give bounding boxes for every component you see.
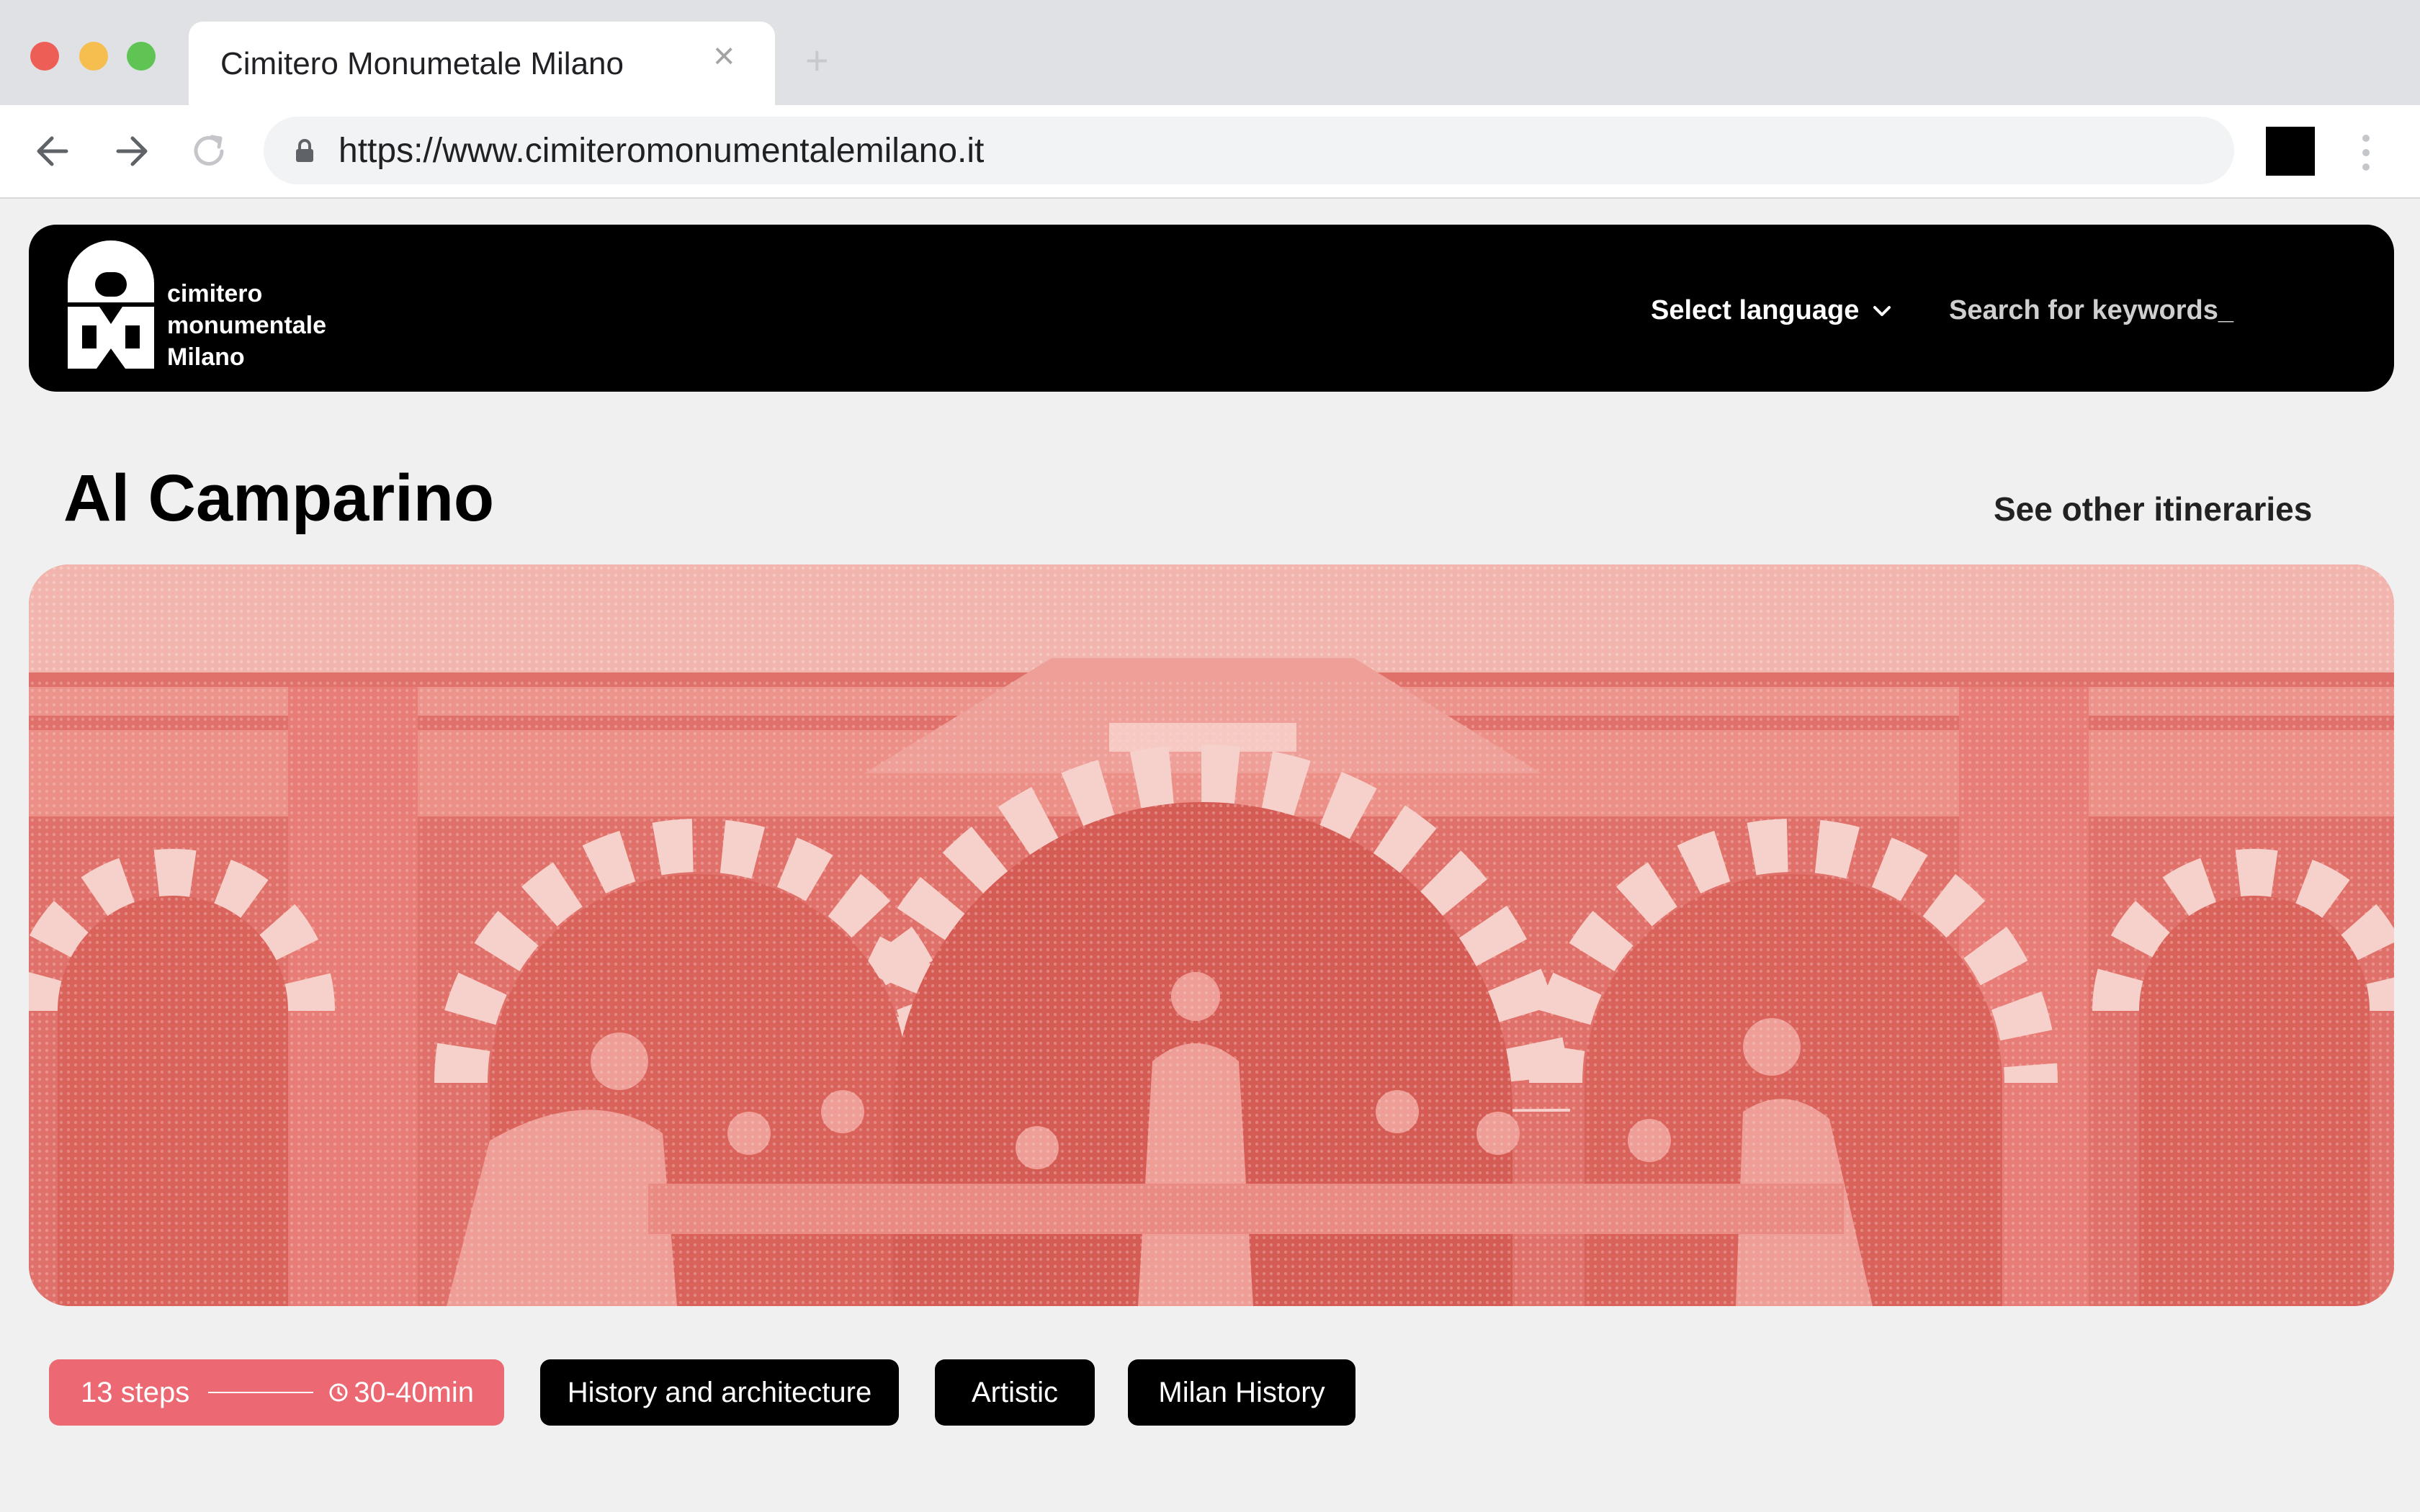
- hero-image: [29, 564, 2394, 1306]
- close-window-button[interactable]: [30, 42, 59, 71]
- tag-history-architecture[interactable]: History and architecture: [540, 1359, 899, 1426]
- tag-artistic[interactable]: Artistic: [935, 1359, 1095, 1426]
- browser-toolbar: https://www.cimiteromonumentalemilano.it: [0, 105, 2420, 199]
- address-bar[interactable]: https://www.cimiteromonumentalemilano.it: [264, 117, 2234, 184]
- logo-wordmark[interactable]: cimitero monumentale Milano: [167, 278, 326, 373]
- see-other-itineraries-link[interactable]: See other itineraries: [1994, 490, 2312, 528]
- logo-line-1: cimitero: [167, 280, 263, 307]
- steps-divider: [208, 1392, 314, 1393]
- kebab-menu-icon[interactable]: [2355, 130, 2377, 176]
- forward-arrow-icon[interactable]: [108, 128, 154, 174]
- steps-duration-badge: 13 steps 30-40min: [49, 1359, 504, 1426]
- language-select[interactable]: Select language: [1651, 295, 1892, 326]
- chevron-down-icon: [1873, 305, 1891, 316]
- minimize-window-button[interactable]: [79, 42, 108, 71]
- browser-tab-bar: Cimitero Monumetale Milano × +: [0, 0, 2420, 107]
- url-text: https://www.cimiteromonumentalemilano.it: [339, 132, 985, 170]
- tag-milan-history[interactable]: Milan History: [1128, 1359, 1355, 1426]
- logo-icon[interactable]: [68, 240, 154, 369]
- clock-icon: [329, 1383, 348, 1402]
- extension-icon[interactable]: [2266, 127, 2315, 176]
- reload-icon[interactable]: [186, 128, 232, 174]
- duration-text: 30-40min: [354, 1376, 474, 1408]
- tab-close-icon[interactable]: ×: [713, 37, 735, 75]
- search-input[interactable]: Search for keywords_: [1949, 295, 2233, 326]
- logo-line-2: monumentale: [167, 312, 327, 339]
- halftone-sculpture-image: [29, 564, 2394, 1306]
- lock-icon: [296, 139, 313, 162]
- page-title: Al Camparino: [63, 462, 495, 535]
- steps-count: 13 steps: [81, 1376, 190, 1408]
- tab-title: Cimitero Monumetale Milano: [220, 46, 624, 81]
- back-arrow-icon[interactable]: [30, 128, 76, 174]
- site-header: cimitero monumentale Milano Select langu…: [29, 225, 2394, 392]
- new-tab-button[interactable]: +: [805, 40, 829, 81]
- logo-line-3: Milano: [167, 343, 245, 371]
- maximize-window-button[interactable]: [127, 42, 156, 71]
- language-select-label: Select language: [1651, 295, 1860, 325]
- browser-tab[interactable]: Cimitero Monumetale Milano ×: [189, 22, 775, 107]
